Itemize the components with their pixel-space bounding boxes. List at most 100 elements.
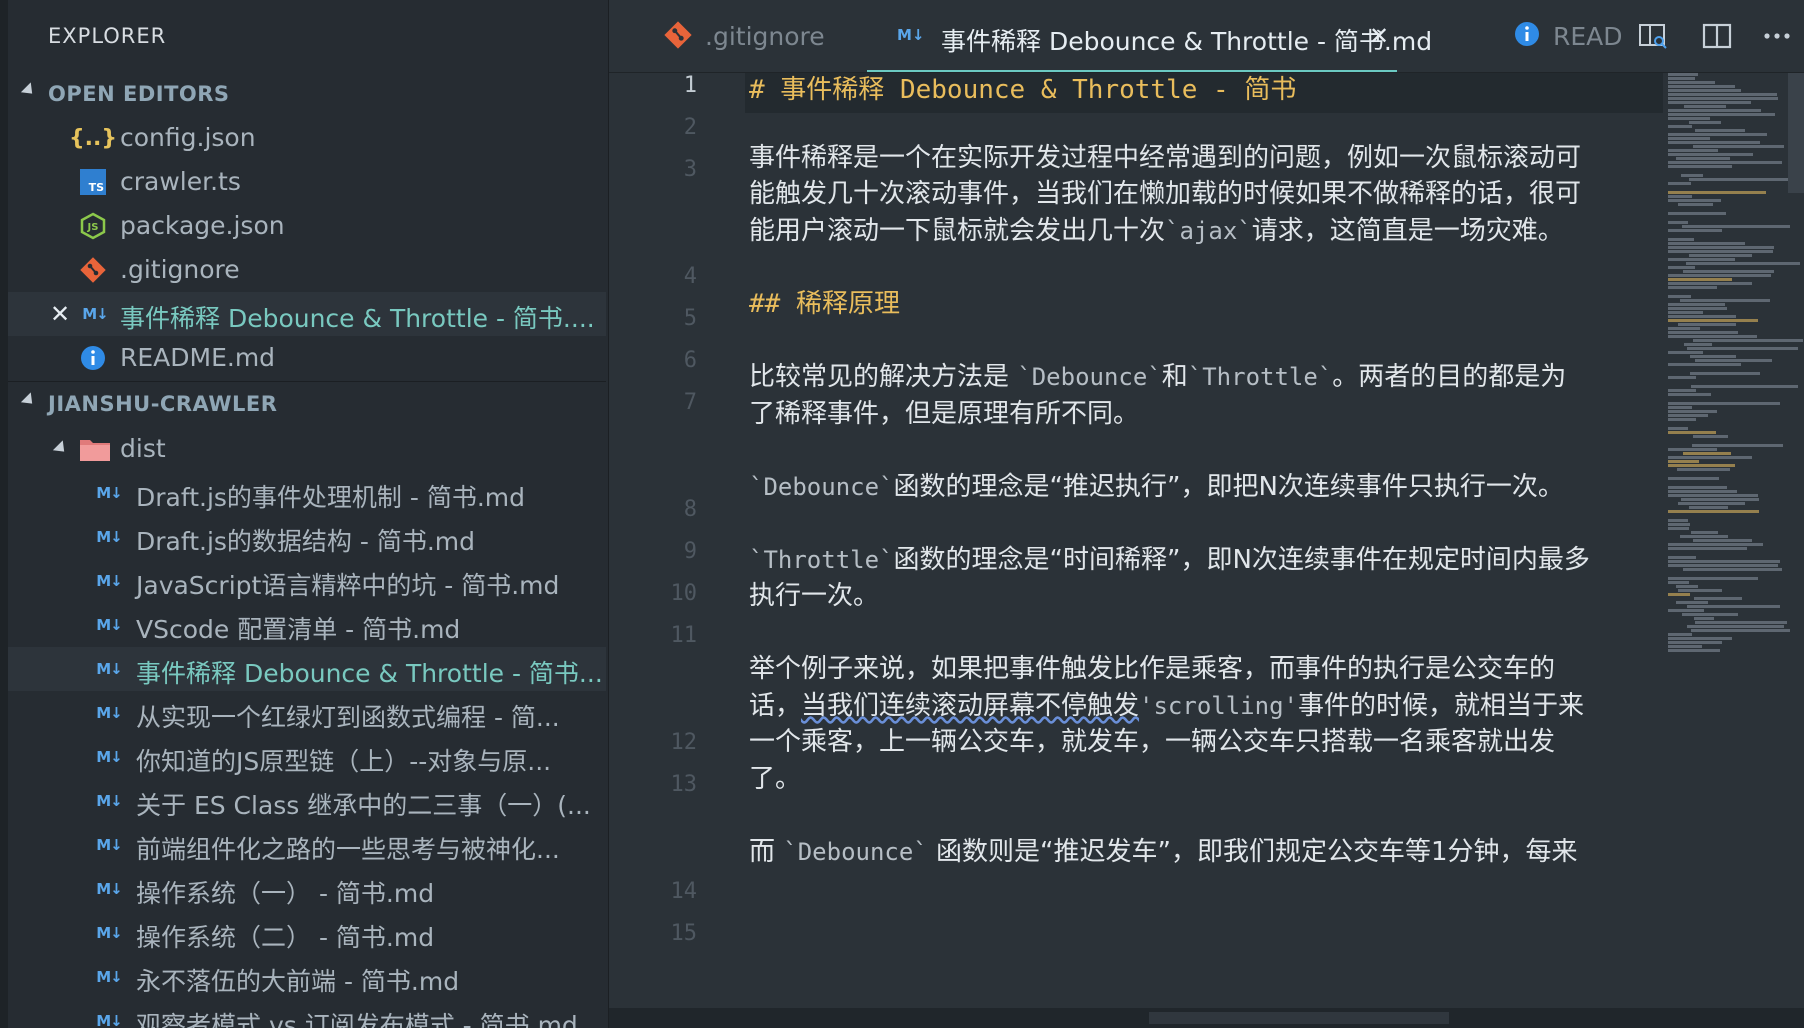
text-line: 能触发几十次滚动事件，当我们在懒加载的时候如果不做稀释的话，很可 — [749, 179, 1582, 209]
markdown-icon: M↓ — [96, 792, 123, 810]
project-header[interactable]: JIANSHU-CRAWLER — [0, 384, 608, 424]
inline-code: `Throttle` — [749, 546, 894, 574]
info-icon — [1513, 20, 1541, 54]
spellcheck-warning[interactable]: 当我们连续滚动屏幕不停触发 — [801, 691, 1139, 721]
tab-gitignore[interactable]: .gitignore — [649, 0, 849, 72]
folder-dist[interactable]: dist — [8, 427, 606, 471]
minimap-line — [1668, 137, 1710, 140]
file-item[interactable]: M↓ 观察者模式 vs 订阅发布模式 - 简书.md — [8, 999, 606, 1028]
open-editor-gitignore[interactable]: .gitignore — [8, 248, 606, 292]
active-tab-indicator — [867, 70, 1397, 72]
file-item[interactable]: M↓ 操作系统（一） - 简书.md — [8, 867, 606, 911]
minimap-line — [1681, 498, 1759, 501]
minimap-line — [1668, 556, 1696, 559]
more-actions-icon[interactable] — [1761, 20, 1793, 52]
file-item[interactable]: M↓ 事件稀释 Debounce & Throttle - 简书... — [8, 647, 606, 691]
tab-readme[interactable]: READ — [1499, 0, 1659, 72]
editor-area[interactable]: 1 2 3 4 5 6 7 8 9 10 11 12 13 14 15 # 事件稀释 Debounce & … — [609, 73, 1804, 1008]
minimap[interactable] — [1666, 73, 1803, 673]
minimap-line — [1668, 460, 1699, 463]
minimap-line — [1668, 633, 1692, 636]
open-editor-config-json[interactable]: {..} config.json — [8, 116, 606, 160]
minimap-line — [1668, 486, 1727, 489]
git-icon — [663, 20, 693, 56]
open-editor-label: README.md — [120, 343, 276, 372]
line-number: 2 — [683, 115, 697, 140]
file-item[interactable]: M↓ 你知道的JS原型链（上）--对象与原... — [8, 735, 606, 779]
open-preview-icon[interactable] — [1637, 20, 1669, 52]
minimap-line — [1668, 77, 1695, 80]
minimap-line — [1668, 93, 1777, 96]
file-item[interactable]: M↓ Draft.js的事件处理机制 - 简书.md — [8, 471, 606, 515]
line-number: 9 — [683, 539, 697, 564]
file-item[interactable]: M↓ Draft.js的数据结构 - 简书.md — [8, 515, 606, 559]
minimap-line — [1668, 593, 1690, 596]
file-item[interactable]: M↓ VScode 配置清单 - 简书.md — [8, 603, 606, 647]
text-line: 举个例子来说，如果把事件触发比作是乘客，而事件的执行是公交车的 — [749, 654, 1556, 684]
vertical-scrollbar[interactable] — [1788, 73, 1804, 193]
text-line: 了稀释事件，但是原理有所不同。 — [749, 399, 1140, 429]
line-number: 4 — [683, 264, 697, 289]
inline-code: 'scrolling' — [1139, 692, 1298, 720]
minimap-line — [1668, 581, 1689, 584]
minimap-line — [1668, 477, 1719, 480]
tab-label: 事件稀释 Debounce & Throttle - 简书.md — [941, 27, 1433, 56]
minimap-line — [1668, 125, 1692, 128]
text-line: 比较常见的解决方法是 `Debounce`和`Throttle`。两者的目的都是… — [749, 356, 1566, 393]
file-label: JavaScript语言精粹中的坑 - 简书.md — [136, 571, 560, 600]
file-label: Draft.js的数据结构 - 简书.md — [136, 527, 476, 556]
minimap-line — [1668, 389, 1696, 392]
nodejs-icon: JS — [78, 212, 108, 240]
minimap-line — [1681, 174, 1703, 177]
minimap-line — [1668, 547, 1747, 550]
minimap-line — [1668, 645, 1702, 648]
text-line: 能用户滚动一下鼠标就会发出几十次`ajax`请求，这简直是一场灾难。 — [749, 210, 1564, 247]
minimap-line — [1668, 153, 1753, 156]
minimap-line — [1680, 535, 1728, 538]
collapse-triangle-icon — [20, 82, 38, 99]
open-editor-package-json[interactable]: JS package.json — [8, 204, 606, 248]
minimap-line — [1689, 254, 1752, 257]
file-item[interactable]: M↓ JavaScript语言精粹中的坑 - 简书.md — [8, 559, 606, 603]
minimap-line — [1690, 372, 1760, 375]
minimap-line — [1668, 303, 1725, 306]
minimap-line — [1684, 343, 1712, 346]
minimap-line — [1683, 452, 1731, 455]
file-item[interactable]: M↓ 操作系统（二） - 简书.md — [8, 911, 606, 955]
minimap-line — [1668, 85, 1735, 88]
minimap-line — [1668, 246, 1774, 249]
minimap-line — [1668, 161, 1782, 164]
minimap-line — [1668, 609, 1704, 612]
text-line: 了。 — [749, 764, 802, 794]
file-item[interactable]: M↓ 前端组件化之路的一些思考与被神化... — [8, 823, 606, 867]
minimap-line — [1676, 601, 1708, 604]
minimap-line — [1692, 444, 1783, 447]
horizontal-scrollbar[interactable] — [609, 1008, 1804, 1028]
tab-debounce-md[interactable]: M↓ 事件稀释 Debounce & Throttle - 简书.md ✕ — [867, 0, 1432, 72]
minimap-line — [1689, 121, 1721, 124]
tab-label: .gitignore — [705, 22, 825, 51]
open-editor-crawler-ts[interactable]: TS crawler.ts — [8, 160, 606, 204]
open-editor-debounce-md[interactable]: ✕ M↓ 事件稀释 Debounce & Throttle - 简书.... — [8, 292, 606, 336]
minimap-line — [1668, 286, 1717, 289]
file-item[interactable]: M↓ 永不落伍的大前端 - 简书.md — [8, 955, 606, 999]
minimap-line — [1668, 331, 1738, 334]
markdown-icon: M↓ — [96, 660, 123, 678]
minimap-line — [1668, 351, 1703, 354]
minimap-line — [1668, 165, 1732, 168]
open-editor-readme[interactable]: README.md — [8, 336, 606, 380]
inline-code: `Throttle` — [1187, 363, 1333, 391]
split-editor-icon[interactable] — [1701, 20, 1733, 52]
minimap-line — [1668, 221, 1688, 224]
close-icon[interactable]: ✕ — [48, 300, 72, 328]
minimap-line — [1693, 145, 1784, 148]
file-item[interactable]: M↓ 关于 ES Class 继承中的二三事（一）(... — [8, 779, 606, 823]
folder-collapse-icon — [52, 440, 70, 457]
scrollbar-thumb[interactable] — [1149, 1012, 1449, 1024]
open-editors-header[interactable]: OPEN EDITORS — [0, 74, 608, 114]
tab-close-icon[interactable]: ✕ — [1369, 22, 1389, 50]
minimap-line — [1668, 560, 1780, 563]
minimap-line — [1668, 307, 1727, 310]
minimap-line — [1668, 89, 1741, 92]
file-item[interactable]: M↓ 从实现一个红绿灯到函数式编程 - 简... — [8, 691, 606, 735]
